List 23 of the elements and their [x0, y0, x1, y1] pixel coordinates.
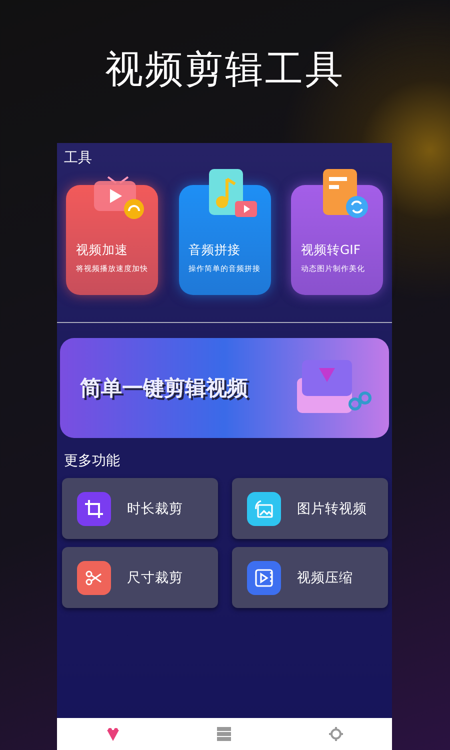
scissors-icon: [85, 568, 103, 586]
feature-label: 图片转视频: [297, 500, 367, 518]
section-heading: 工具: [63, 149, 93, 167]
promo-title: 视频剪辑工具: [104, 46, 346, 93]
tool-title: 视频转GIF: [301, 242, 362, 259]
feature-label: 视频压缩: [297, 568, 353, 586]
tool-title: 音频拼接: [188, 242, 242, 259]
strawberry-icon: [104, 726, 121, 742]
banner-text: 简单一键剪辑视频: [80, 375, 248, 402]
feature-tile[interactable]: 图片转视频: [232, 478, 388, 539]
settings-icon: [329, 727, 344, 741]
section-heading: 更多功能: [63, 452, 121, 470]
tool-title: 视频加速: [76, 242, 129, 259]
crop-icon: [84, 498, 104, 518]
feature-tile[interactable]: 时长裁剪: [62, 478, 218, 539]
feature-label: 尺寸裁剪: [127, 568, 183, 586]
feature-label: 时长裁剪: [127, 500, 183, 518]
feature-tile[interactable]: 尺寸裁剪: [62, 547, 218, 608]
video-file-icon: [254, 568, 274, 588]
list-icon: [217, 727, 232, 741]
image-icon: [254, 498, 274, 518]
feature-tile[interactable]: 视频压缩: [232, 547, 388, 608]
banner[interactable]: 简单一键剪辑视频: [60, 338, 389, 438]
